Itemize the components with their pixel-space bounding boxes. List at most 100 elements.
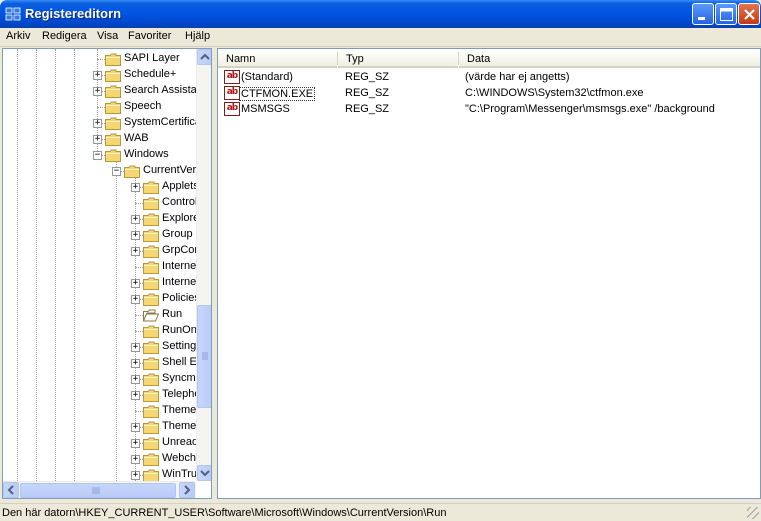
tree-node-label: Run [162, 308, 183, 320]
folder-icon [143, 245, 159, 258]
tree-node-shell-extensions[interactable]: +Shell Extensions [3, 355, 211, 371]
chevron-down-icon [200, 470, 210, 477]
folder-icon [143, 325, 159, 338]
folder-icon [143, 293, 159, 306]
scroll-down-button[interactable] [197, 465, 211, 481]
collapse-icon[interactable]: − [93, 151, 102, 160]
expand-icon[interactable]: + [131, 423, 140, 432]
menu-arkiv[interactable]: Arkiv [6, 30, 30, 42]
expand-icon[interactable]: + [93, 119, 102, 128]
tree-node-thememanager[interactable]: ThemeManager [3, 403, 211, 419]
tree-node-policies[interactable]: + Policies [3, 291, 200, 307]
value-type: REG_SZ [345, 103, 390, 115]
expand-icon[interactable]: + [131, 375, 140, 384]
tree-node-wab[interactable]: + WAB [3, 131, 196, 147]
menu-visa[interactable]: Visa [97, 30, 118, 42]
tree-node-explorer[interactable]: + Explorer [3, 211, 203, 227]
expand-icon[interactable]: + [131, 183, 140, 192]
tree-node-grpconv[interactable]: + GrpConv [3, 243, 206, 259]
close-icon [744, 9, 755, 20]
tree-node-label: Schedule+ [124, 68, 177, 80]
expand-icon[interactable]: + [93, 87, 102, 96]
tree-node-webcheck[interactable]: + Webcheck [3, 451, 211, 467]
menu-redigera[interactable]: Redigera [42, 30, 87, 42]
close-button[interactable] [738, 3, 760, 25]
collapse-icon[interactable]: − [112, 167, 121, 176]
tree-node-controls-folder[interactable]: Controls Folder [3, 195, 211, 211]
chevron-up-icon [200, 53, 210, 60]
title-bar[interactable]: Registereditorn [0, 0, 761, 28]
registry-tree[interactable]: SAPI Layer + Schedule+ + Search Assistant Spe… [2, 48, 212, 499]
value-name: CTFMON.EXE [239, 87, 316, 101]
tree-node-schedule-[interactable]: + Schedule+ [3, 67, 196, 83]
menu-bar: Arkiv Redigera Visa Favoriter Hjälp [0, 28, 761, 47]
tree-node-internet[interactable]: Internet [3, 259, 199, 275]
tree-node-runonce[interactable]: RunOnce [3, 323, 208, 339]
maximize-button[interactable] [715, 3, 737, 25]
tree-node-themes[interactable]: + Themes [3, 419, 202, 435]
expand-icon[interactable]: + [131, 247, 140, 256]
minimize-button[interactable] [692, 3, 714, 25]
pane-splitter[interactable] [212, 48, 216, 499]
values-list[interactable]: Namn Typ Data ab (Standard) REG_SZ (värd… [217, 48, 761, 499]
tree-node-group-policy[interactable]: +Group Policy [3, 227, 211, 243]
scroll-thumb[interactable] [197, 305, 211, 408]
expand-icon[interactable]: + [131, 471, 140, 480]
tree-node-unreadmail[interactable]: +UnreadMail [3, 435, 211, 451]
tree-node-syncmgr[interactable]: + Syncmgr [3, 371, 205, 387]
tree-vertical-scrollbar[interactable] [196, 49, 211, 481]
tree-node-label: Applets [162, 180, 199, 192]
string-value-icon: ab [224, 70, 240, 84]
maximize-icon [720, 8, 733, 21]
column-header-name[interactable]: Namn [218, 49, 337, 68]
tree-node-search-assistant[interactable]: + Search Assistant [3, 83, 206, 99]
value-row[interactable]: ab (Standard) REG_SZ (värde har ej anget… [218, 70, 758, 86]
scroll-up-button[interactable] [197, 49, 211, 65]
expand-icon[interactable]: + [131, 439, 140, 448]
folder-icon [143, 261, 159, 274]
scroll-left-button[interactable] [3, 482, 19, 498]
tree-node-windows[interactable]: − Windows [3, 147, 196, 163]
folder-icon [143, 453, 159, 466]
horizontal-scroll-thumb[interactable] [20, 483, 176, 498]
folder-icon [143, 357, 159, 370]
tree-node-applets[interactable]: + Applets [3, 179, 199, 195]
minimize-icon [698, 17, 705, 20]
tree-node-currentversion[interactable]: − CurrentVersion [3, 163, 211, 179]
expand-icon[interactable]: + [131, 295, 140, 304]
tree-node-run[interactable]: Run [3, 307, 196, 323]
tree-node-settings[interactable]: + Settings [3, 339, 202, 355]
folder-icon [124, 165, 140, 178]
column-header-type[interactable]: Typ [338, 49, 458, 68]
expand-icon[interactable]: + [93, 71, 102, 80]
tree-node-sapi-layer[interactable]: SAPI Layer [3, 51, 196, 67]
tree-node-speech[interactable]: Speech [3, 99, 196, 115]
expand-icon[interactable]: + [131, 455, 140, 464]
menu-favoriter[interactable]: Favoriter [128, 30, 171, 42]
tree-node-telephony[interactable]: + Telephony [3, 387, 211, 403]
folder-icon [143, 405, 159, 418]
value-row[interactable]: ab MSMSGS REG_SZ "C:\Program\Messenger\m… [218, 102, 758, 118]
registry-editor-icon [5, 7, 21, 21]
string-value-icon: ab [224, 102, 240, 116]
tree-horizontal-scrollbar[interactable] [3, 481, 196, 498]
tree-node-internet-settings[interactable]: +Internet Settings [3, 275, 211, 291]
value-row[interactable]: ab CTFMON.EXE REG_SZ C:\WINDOWS\System32… [218, 86, 758, 102]
folder-icon [143, 373, 159, 386]
expand-icon[interactable]: + [131, 343, 140, 352]
expand-icon[interactable]: + [93, 135, 102, 144]
resize-grip-icon[interactable] [747, 507, 759, 519]
expand-icon[interactable]: + [131, 279, 140, 288]
menu-hjalp[interactable]: Hjälp [185, 30, 210, 42]
folder-icon [105, 117, 121, 130]
tree-node-systemcertificates[interactable]: + SystemCertificates [3, 115, 211, 131]
expand-icon[interactable]: + [131, 359, 140, 368]
chevron-left-icon [7, 485, 14, 495]
expand-icon[interactable]: + [131, 231, 140, 240]
expand-icon[interactable]: + [131, 391, 140, 400]
scroll-right-button[interactable] [179, 482, 195, 498]
column-header-data[interactable]: Data [459, 49, 760, 68]
expand-icon[interactable]: + [131, 215, 140, 224]
folder-icon [143, 341, 159, 354]
folder-icon [143, 213, 159, 226]
